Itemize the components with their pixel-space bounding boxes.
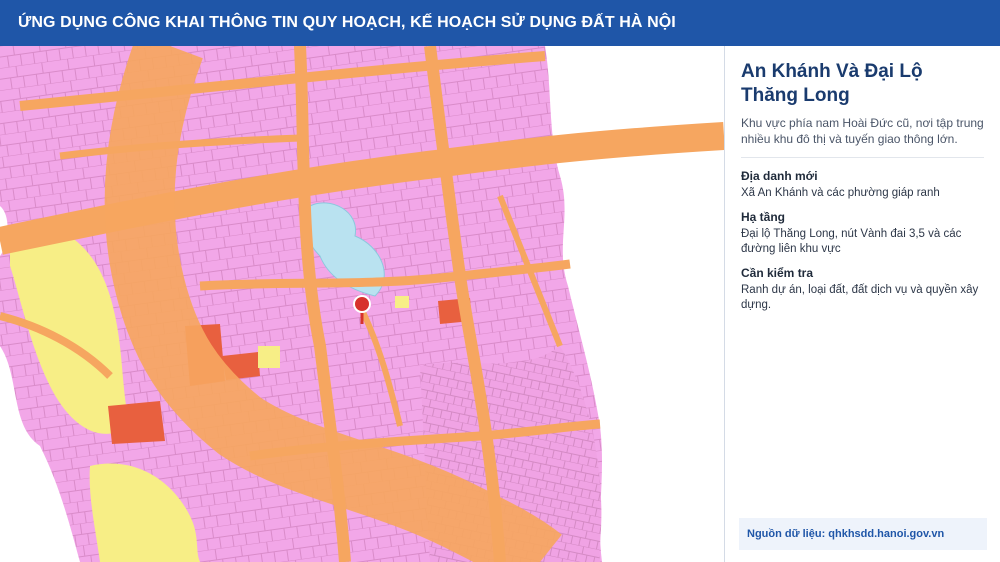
place-title: An Khánh Và Đại Lộ Thăng Long — [741, 61, 923, 106]
data-source: Nguồn dữ liệu: qhkhsdd.hanoi.gov.vn — [739, 518, 987, 550]
map-canvas[interactable] — [0, 46, 724, 562]
yellow-lot-2 — [395, 296, 409, 308]
info-panel: An Khánh Và Đại Lộ Thăng Long Khu vực ph… — [724, 46, 1000, 562]
field-label-new-name: Địa danh mới — [741, 169, 818, 183]
app-title: ỨNG DỤNG CÔNG KHAI THÔNG TIN QUY HOẠCH, … — [18, 14, 676, 31]
field-value-infrastructure: Đại lộ Thăng Long, nút Vành đai 3,5 và c… — [741, 228, 962, 255]
yellow-lot — [258, 346, 280, 368]
field-value-check: Ranh dự án, loại đất, đất dịch vụ và quy… — [741, 284, 979, 311]
field-label-check: Cần kiểm tra — [741, 266, 814, 280]
app-header: ỨNG DỤNG CÔNG KHAI THÔNG TIN QUY HOẠCH, … — [0, 0, 1000, 46]
field-label-infrastructure: Hạ tầng — [741, 210, 786, 224]
planning-map[interactable] — [0, 46, 724, 562]
public-zone-3 — [108, 401, 165, 444]
field-value-new-name: Xã An Khánh và các phường giáp ranh — [741, 187, 940, 199]
place-description: Khu vực phía nam Hoài Đức cũ, nơi tập tr… — [741, 115, 984, 158]
map-pin-icon — [353, 295, 371, 313]
